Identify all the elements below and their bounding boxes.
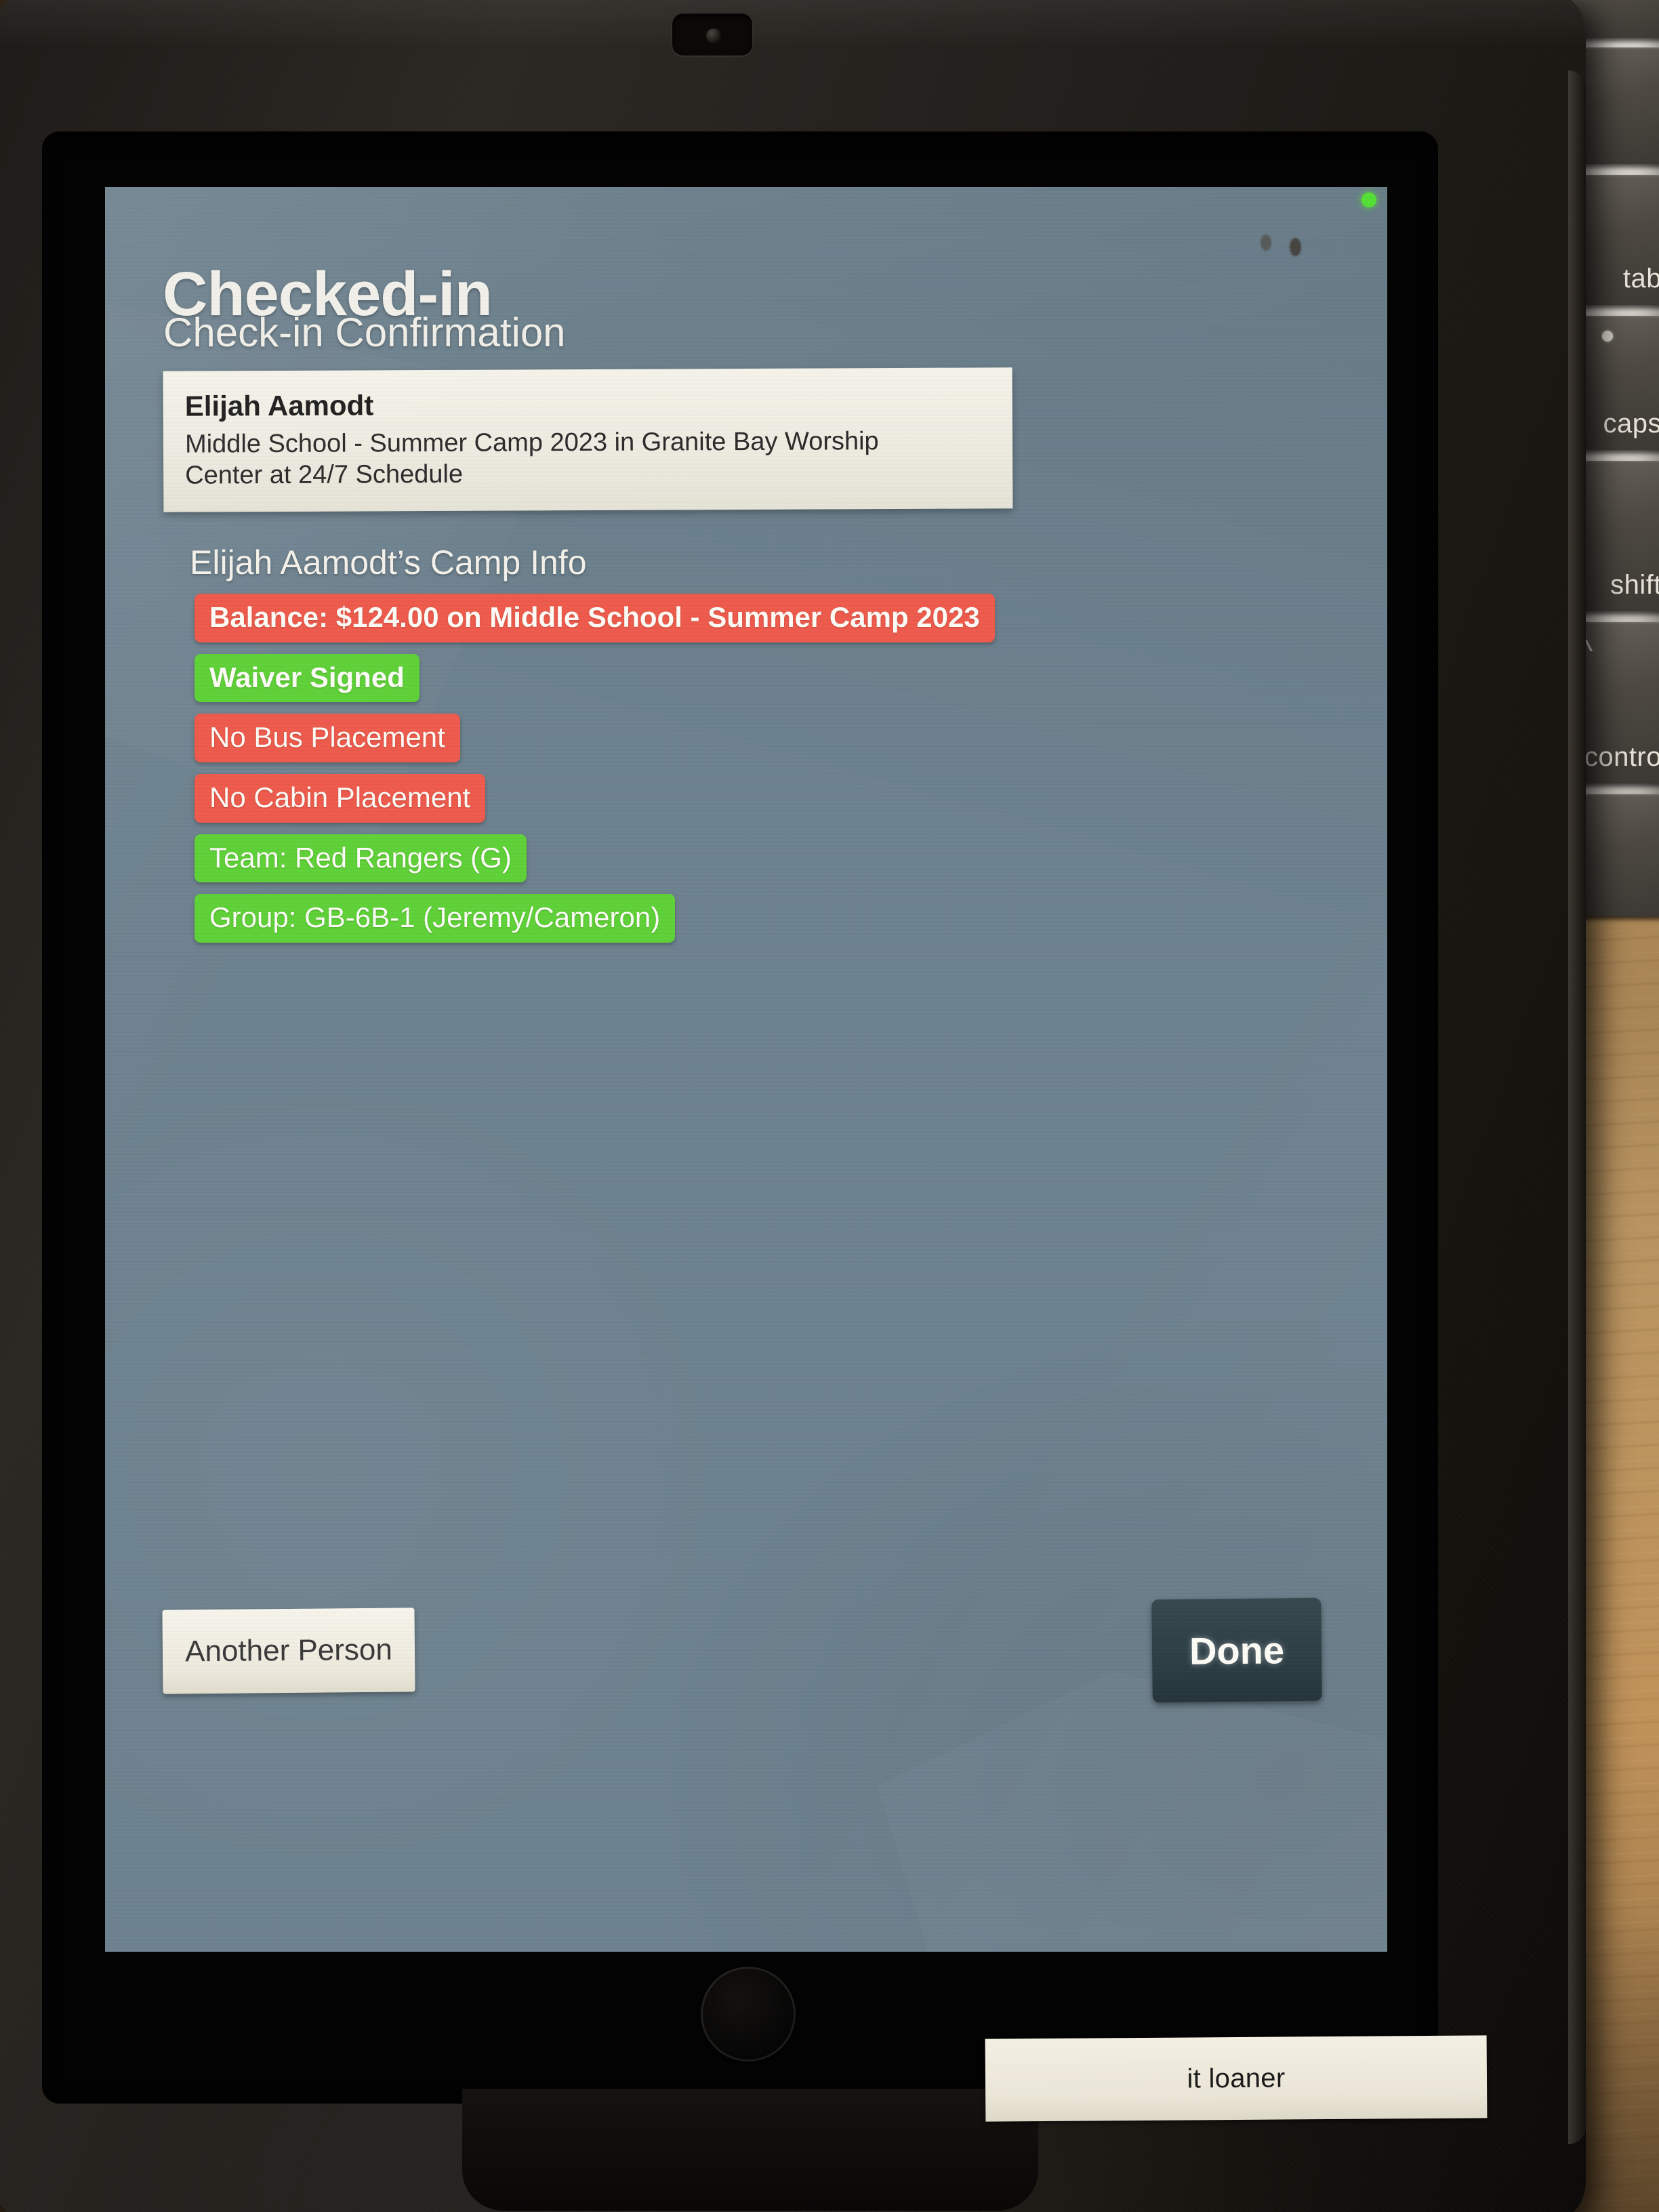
camera-icon: [706, 28, 721, 43]
person-summary-card: Elijah Aamodt Middle School - Summer Cam…: [163, 367, 1013, 512]
photo-scene: tab caps shift ^ contro it loaner: [0, 0, 1659, 2212]
screen-dust-speck: [1261, 234, 1271, 251]
checkin-confirmation-page: Checked-in Check-in Confirmation Elijah …: [105, 187, 1387, 1952]
badge-row: Team: Red Rangers (G): [194, 834, 1347, 883]
keyboard-key-label: contro: [1584, 742, 1659, 772]
tablet-screen: Checked-in Check-in Confirmation Elijah …: [105, 187, 1387, 1952]
camp-info-heading: Elijah Aamodt’s Camp Info: [190, 544, 587, 581]
status-indicator-dot: [1361, 192, 1376, 207]
keyboard-key-label: tab: [1622, 264, 1659, 293]
case-right-rim: [1568, 70, 1586, 2144]
badge-row: No Bus Placement: [194, 714, 1347, 763]
camera-cutout: [672, 14, 752, 56]
asset-tag-text: it loaner: [1187, 2062, 1286, 2094]
done-button[interactable]: Done: [1151, 1597, 1322, 1703]
badge-bus-placement[interactable]: No Bus Placement: [194, 714, 460, 763]
person-name: Elijah Aamodt: [184, 389, 374, 422]
badge-team[interactable]: Team: Red Rangers (G): [194, 834, 527, 883]
badge-row: Balance: $124.00 on Middle School - Summ…: [194, 594, 1347, 642]
badge-cabin-placement[interactable]: No Cabin Placement: [194, 774, 486, 823]
caps-lock-indicator-icon: [1602, 331, 1613, 342]
another-person-button[interactable]: Another Person: [162, 1607, 415, 1694]
case-bottom-notch: [462, 2089, 1038, 2211]
badge-waiver[interactable]: Waiver Signed: [194, 653, 419, 703]
badge-balance[interactable]: Balance: $124.00 on Middle School - Summ…: [194, 594, 995, 642]
tablet-case: it loaner Checked-in Check-in Confirmati…: [0, 0, 1586, 2212]
home-button[interactable]: [701, 1967, 796, 2062]
keyboard-key-label: shift: [1610, 570, 1659, 600]
keyboard-key-label: caps: [1603, 409, 1659, 438]
badge-group[interactable]: Group: GB-6B-1 (Jeremy/Cameron): [194, 894, 676, 943]
badge-row: Waiver Signed: [194, 653, 1347, 703]
page-subtitle: Check-in Confirmation: [163, 310, 566, 355]
asset-tag-sticker: it loaner: [985, 2035, 1488, 2122]
person-enrollment-detail: Middle School - Summer Camp 2023 in Gran…: [184, 427, 879, 490]
camp-info-badge-list: Balance: $124.00 on Middle School - Summ…: [194, 594, 1347, 954]
badge-row: Group: GB-6B-1 (Jeremy/Cameron): [194, 894, 1347, 943]
screen-dust-speck: [1290, 238, 1301, 256]
badge-row: No Cabin Placement: [194, 774, 1347, 823]
